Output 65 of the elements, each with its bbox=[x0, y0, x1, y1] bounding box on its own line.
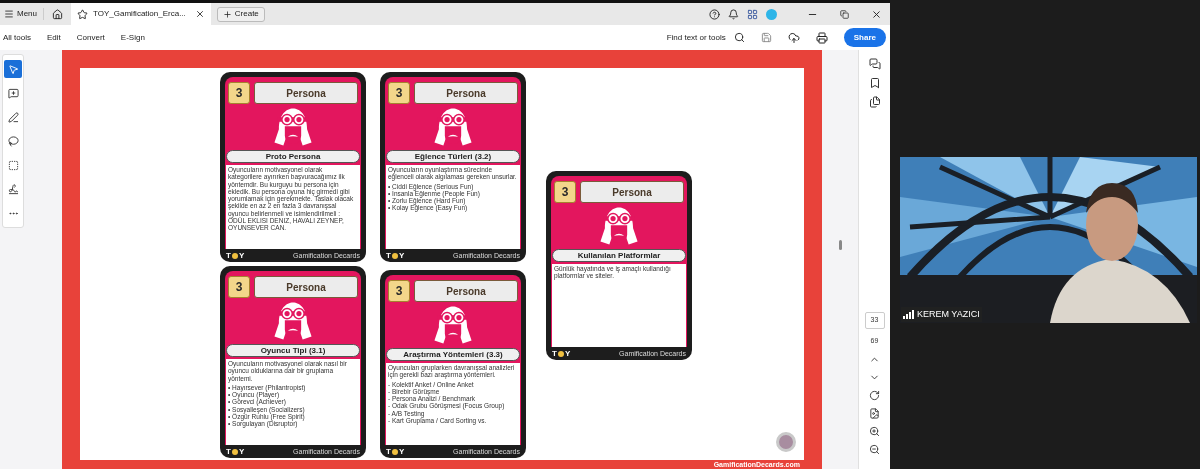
logo-letter: T bbox=[552, 349, 557, 358]
bookmark-icon[interactable] bbox=[868, 77, 881, 89]
upload-icon[interactable] bbox=[787, 31, 800, 44]
save-icon[interactable] bbox=[760, 32, 772, 43]
logo-letter: T bbox=[386, 447, 391, 456]
logo-letter: Y bbox=[238, 447, 245, 456]
file-icon[interactable] bbox=[869, 407, 880, 419]
lasso-icon bbox=[7, 135, 19, 147]
number-badge: 3 bbox=[228, 276, 250, 298]
logo-letter: T bbox=[226, 251, 231, 260]
logo-letter: Y bbox=[398, 251, 405, 260]
close-tab-icon[interactable] bbox=[194, 9, 205, 19]
number-badge: 3 bbox=[388, 280, 410, 302]
participant-name: KEREM YAZICI bbox=[917, 307, 980, 321]
category-label: Persona bbox=[414, 280, 518, 302]
star-icon[interactable] bbox=[77, 8, 88, 20]
toolbar-menu-item[interactable]: Convert bbox=[76, 31, 105, 44]
find-text-field[interactable]: Find text or tools bbox=[666, 31, 726, 44]
apps-icon[interactable] bbox=[747, 8, 758, 20]
category-label: Persona bbox=[254, 82, 358, 104]
pages-icon[interactable] bbox=[868, 96, 881, 108]
search-icon[interactable] bbox=[733, 32, 745, 43]
card-title: Araştırma Yöntemleri (3.3) bbox=[386, 348, 520, 361]
category-label: Persona bbox=[414, 82, 518, 104]
toolbar-menu-item[interactable]: Edit bbox=[47, 31, 61, 44]
create-button[interactable]: Create bbox=[216, 6, 265, 22]
category-label: Persona bbox=[254, 276, 358, 298]
logo-letter: Y bbox=[564, 349, 571, 358]
help-icon[interactable] bbox=[709, 8, 720, 20]
print-icon[interactable] bbox=[815, 31, 828, 44]
toolbar-menu-item[interactable]: All tools bbox=[3, 31, 31, 44]
pen-icon bbox=[7, 111, 19, 123]
signal-icon bbox=[903, 309, 914, 319]
dashed-square-icon bbox=[7, 159, 19, 171]
restore-icon[interactable] bbox=[840, 9, 849, 19]
comments-icon[interactable] bbox=[868, 58, 881, 70]
logo-letter: T bbox=[386, 251, 391, 260]
document-tab[interactable]: TOY_Gamification_Erca... bbox=[71, 3, 211, 25]
share-button[interactable]: Share bbox=[843, 28, 886, 47]
menu-button[interactable]: Menu bbox=[4, 8, 44, 20]
logo-letter: T bbox=[226, 447, 231, 456]
logo-letter: Y bbox=[398, 447, 405, 456]
signature-icon bbox=[7, 183, 19, 195]
scrollbar-thumb[interactable] bbox=[838, 240, 842, 250]
card-title: Eğlence Türleri (3.2) bbox=[386, 150, 520, 163]
category-label: Persona bbox=[580, 181, 684, 203]
select-tool[interactable] bbox=[4, 60, 22, 78]
bell-icon[interactable] bbox=[728, 8, 739, 20]
card-title: Kullanılan Platformlar bbox=[552, 249, 686, 262]
number-badge: 3 bbox=[388, 82, 410, 104]
rotate-icon[interactable] bbox=[869, 389, 880, 401]
pointer-icon bbox=[7, 63, 19, 75]
zoom-out-icon[interactable] bbox=[869, 443, 880, 455]
card-title: Oyuncu Tipi (3.1) bbox=[226, 344, 360, 357]
number-badge: 3 bbox=[554, 181, 576, 203]
card-title: Proto Persona bbox=[226, 150, 360, 163]
home-icon[interactable] bbox=[52, 8, 63, 20]
logo-letter: Y bbox=[238, 251, 245, 260]
number-badge: 3 bbox=[228, 82, 250, 104]
menu-icon bbox=[4, 9, 14, 19]
close-icon[interactable] bbox=[871, 8, 882, 20]
zoom-in-icon[interactable] bbox=[869, 425, 880, 437]
plus-icon bbox=[222, 9, 232, 19]
comment-plus-icon bbox=[7, 87, 19, 99]
toolbar-menu-item[interactable]: E-Sign bbox=[120, 31, 145, 44]
